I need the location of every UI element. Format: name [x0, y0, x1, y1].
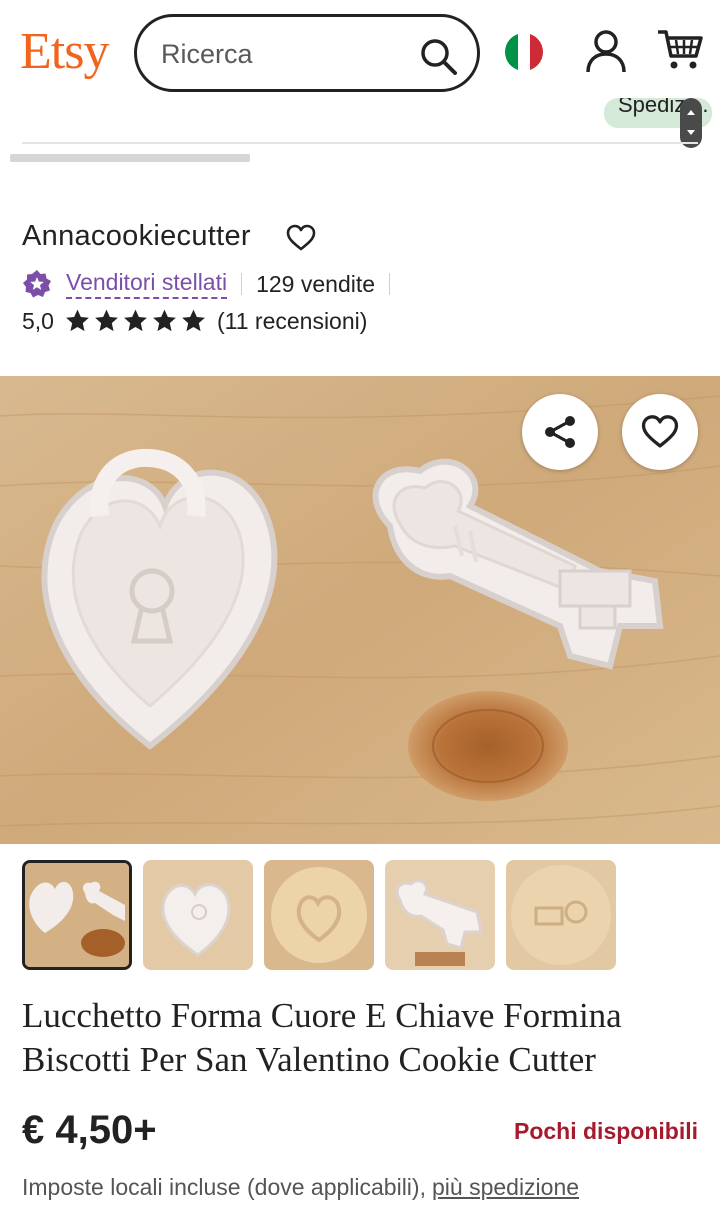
follow-shop-heart-icon[interactable] [286, 224, 316, 252]
price: € 4,50+ [22, 1108, 157, 1152]
thumbnail-2[interactable] [143, 860, 253, 970]
share-icon [545, 416, 575, 448]
user-icon[interactable] [584, 28, 628, 74]
star-icon [95, 309, 118, 332]
top-header: Etsy [0, 0, 720, 108]
scroll-handle[interactable] [680, 98, 702, 148]
thumbnail-5[interactable] [506, 860, 616, 970]
star-icon [66, 309, 89, 332]
star-icon [153, 309, 176, 332]
stock-status-badge: Pochi disponibili [514, 1118, 698, 1144]
review-count: (11 recensioni) [216, 307, 368, 334]
italy-flag-icon[interactable] [505, 33, 543, 71]
divider [22, 142, 698, 144]
rating-value: 5,0 [22, 307, 54, 334]
cart-icon[interactable] [656, 26, 704, 72]
sales-count: 129 vendite [256, 270, 376, 297]
star-icon [124, 309, 147, 332]
tax-note-text: Imposte locali incluse (dove applicabili… [22, 1174, 426, 1200]
heart-icon [641, 415, 679, 448]
search-bar[interactable] [134, 14, 480, 92]
listing-title: Lucchetto Forma Cuore E Chiave Formina B… [22, 996, 622, 1079]
tab-indicator [10, 154, 250, 162]
star-seller-row: Venditori stellati 129 vendite [22, 266, 404, 302]
share-button[interactable] [522, 394, 598, 470]
search-input[interactable] [161, 35, 401, 73]
search-icon[interactable] [417, 35, 461, 79]
shop-name[interactable]: Annacookiecutter [22, 220, 251, 253]
etsy-logo[interactable]: Etsy [20, 22, 109, 82]
product-image[interactable] [0, 376, 720, 844]
star-icon [182, 309, 205, 332]
rating-row[interactable]: 5,0 (11 recensioni) [22, 306, 367, 336]
thumbnail-4[interactable] [385, 860, 495, 970]
tax-note: Imposte locali incluse (dove applicabili… [22, 1174, 579, 1201]
thumbnail-strip [22, 860, 616, 970]
star-seller-link[interactable]: Venditori stellati [66, 269, 228, 299]
thumbnail-1[interactable] [22, 860, 132, 970]
divider [241, 273, 243, 295]
rating-stars [64, 308, 207, 334]
thumbnail-3[interactable] [264, 860, 374, 970]
favorite-button[interactable] [622, 394, 698, 470]
shipping-info-link[interactable]: più spedizione [432, 1174, 579, 1200]
divider [389, 273, 391, 295]
star-seller-badge-icon [23, 270, 51, 298]
sub-nav-strip: Spedizi... [0, 98, 720, 168]
